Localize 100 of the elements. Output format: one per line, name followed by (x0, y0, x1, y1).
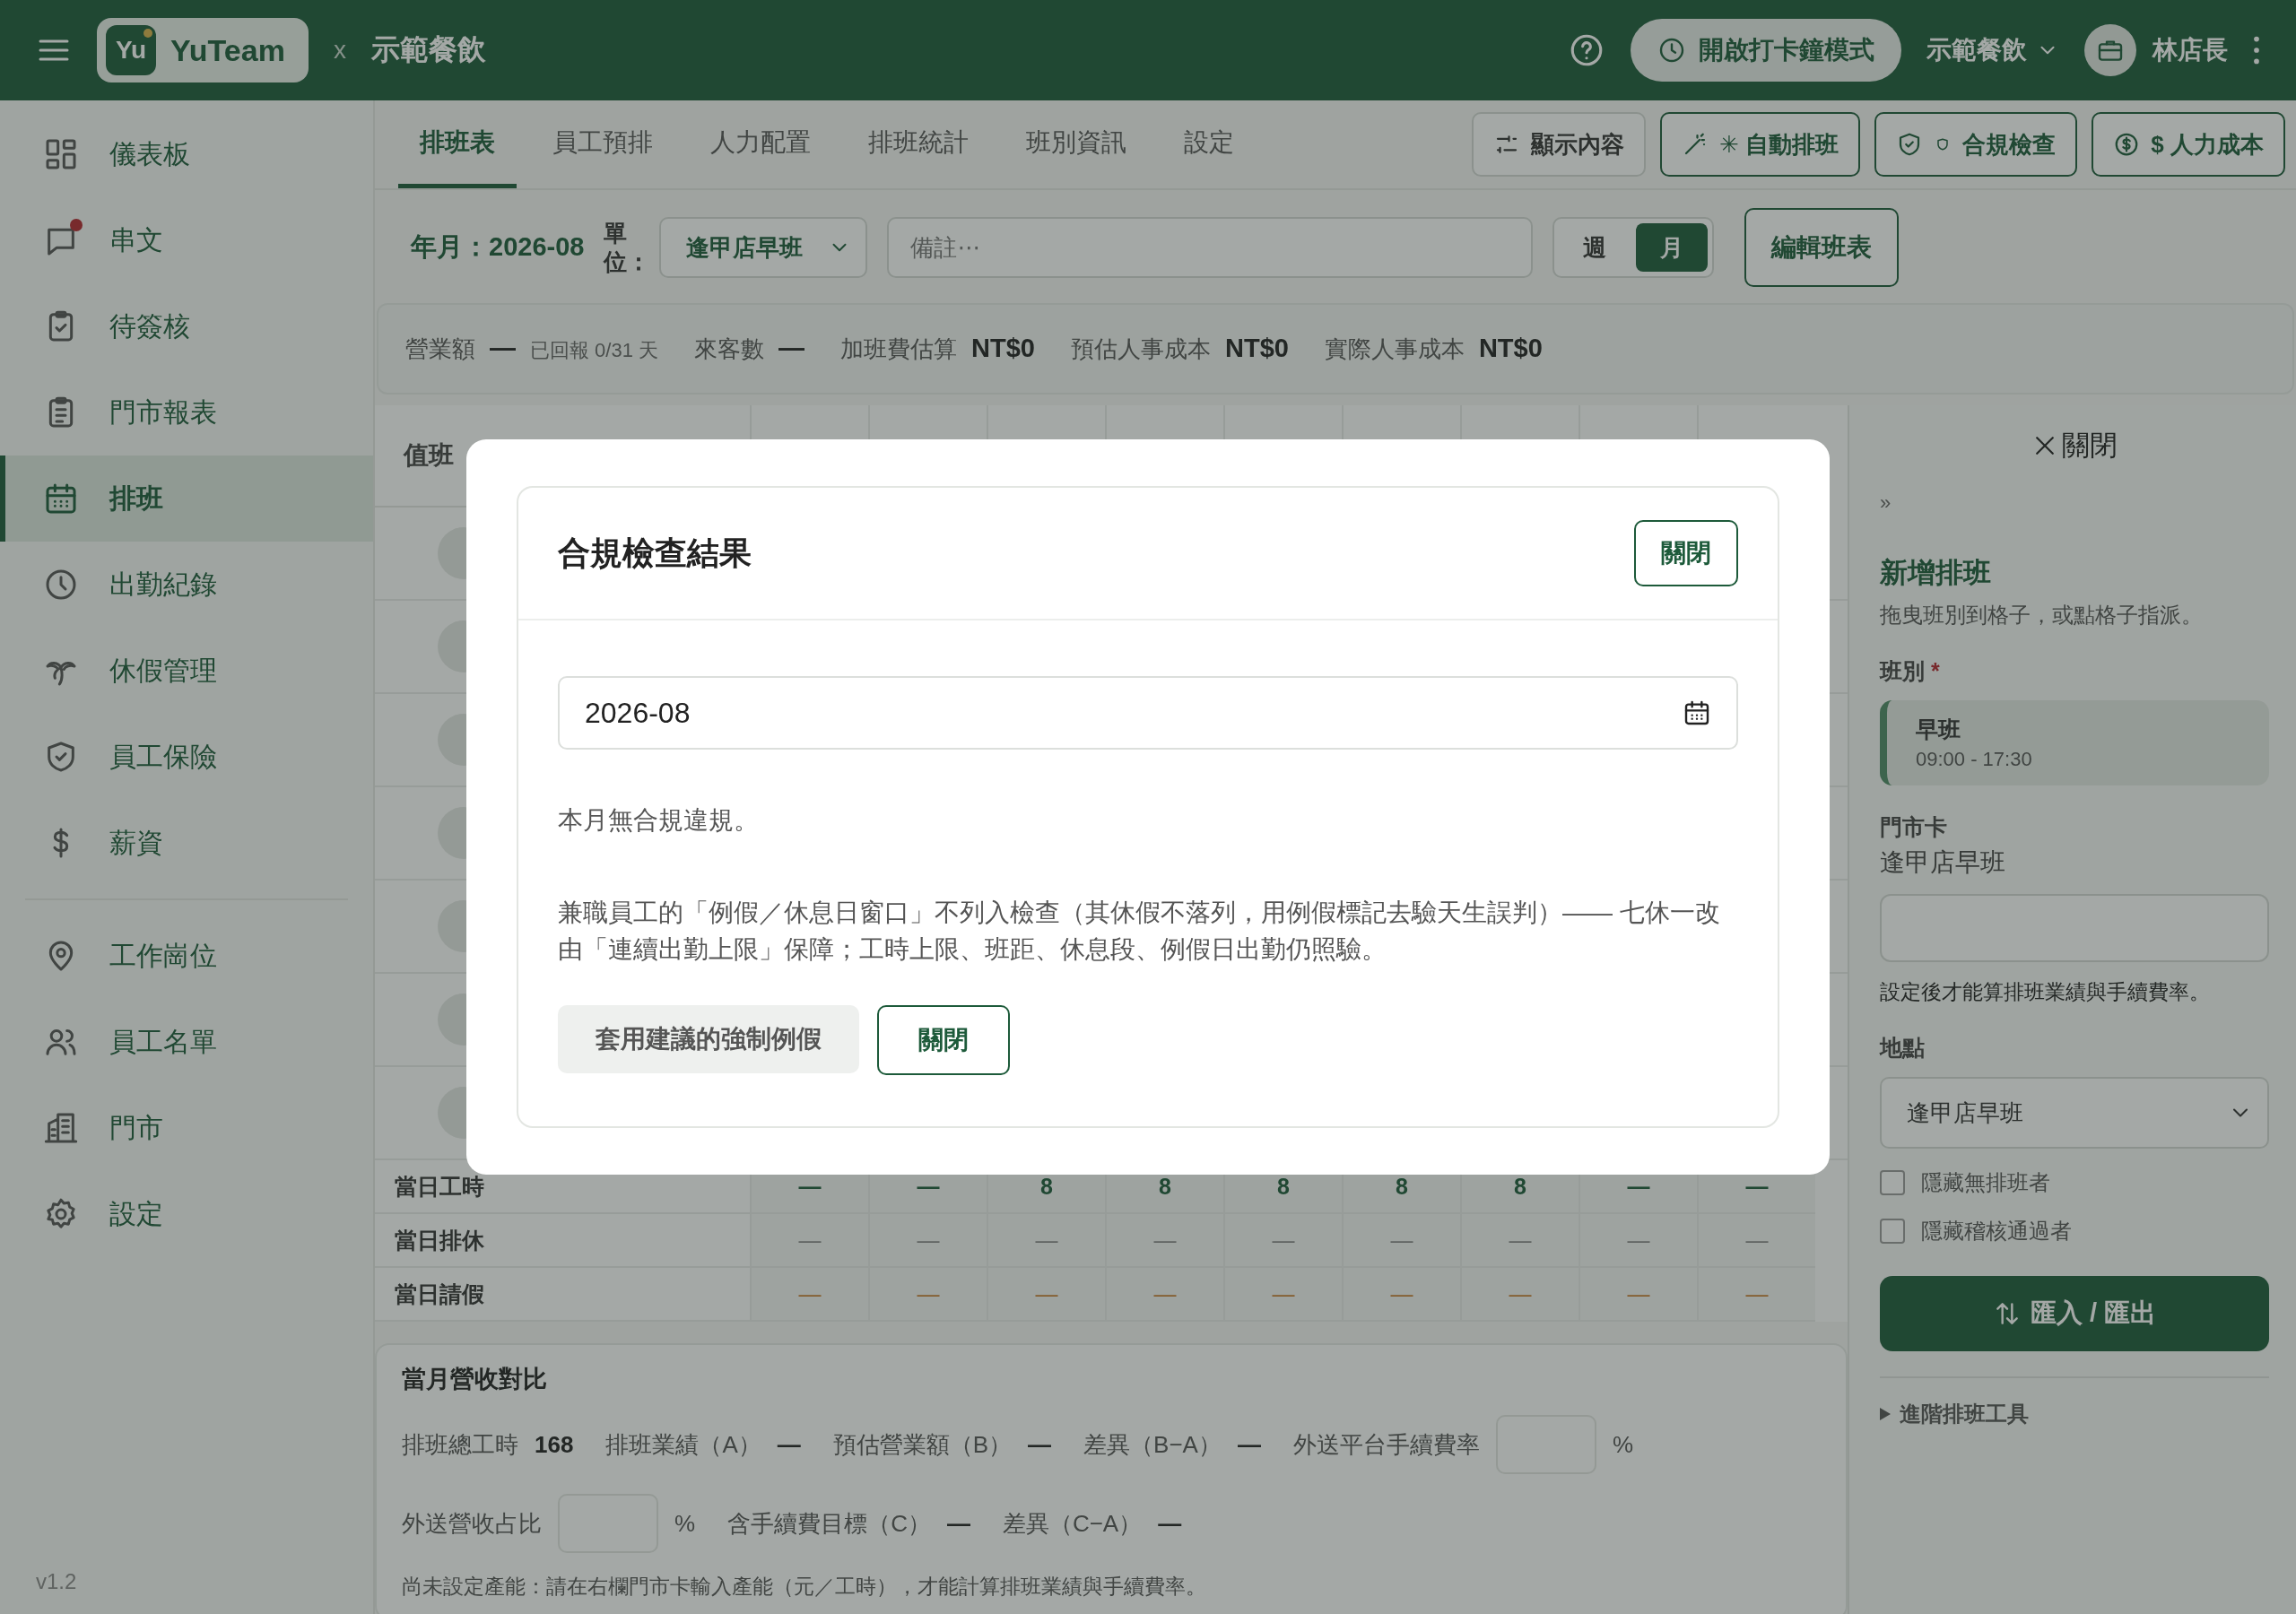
tab[interactable]: 員工預排 (531, 100, 674, 188)
sidebar-item[interactable]: 待簽核 (0, 283, 373, 369)
sidebar-item[interactable]: 設定 (0, 1171, 373, 1257)
stat-note: 已回報 0/31 天 (530, 337, 659, 363)
org-switcher[interactable]: 示範餐飲 (1926, 33, 2059, 67)
toolbar-button[interactable]: 顯示內容 (1472, 112, 1647, 177)
separator: x (333, 36, 346, 65)
toolbar-button[interactable]: ✳ 自動排班 (1660, 112, 1861, 177)
sidebar-item[interactable]: 員工名單 (0, 999, 373, 1085)
stat-value: NT$0 (971, 333, 1035, 363)
input-field[interactable] (1880, 894, 2269, 962)
metric-value: 168 (535, 1430, 574, 1459)
checkbox-label[interactable]: 隱藏稽核通過者 (1921, 1217, 2072, 1245)
table-cell: — (987, 1268, 1105, 1322)
sidebar-item[interactable]: 休假管理 (0, 628, 373, 714)
sidebar-item[interactable]: 門市報表 (0, 369, 373, 456)
stat-label: 加班費估算 (840, 334, 958, 364)
metric-label: 外送營收占比 (402, 1508, 542, 1539)
tab[interactable]: 設定 (1162, 100, 1256, 188)
location-select[interactable]: 逢甲店早班 (1880, 1077, 2269, 1149)
tab[interactable]: 人力配置 (689, 100, 832, 188)
field-label: 班別 (1880, 658, 1925, 683)
sidebar-item[interactable]: 排班 (0, 456, 373, 542)
tab[interactable]: 排班表 (398, 100, 517, 188)
table-cell: — (868, 1214, 987, 1268)
note-field[interactable]: 備註⋯ (887, 217, 1534, 278)
checkbox-label[interactable]: 隱藏無排班者 (1921, 1168, 2050, 1197)
sidebar-item[interactable]: 門市 (0, 1085, 373, 1171)
metric-value: — (1028, 1430, 1052, 1459)
sidebar-item[interactable]: 員工保險 (0, 714, 373, 800)
sidebar-item[interactable]: 薪資 (0, 800, 373, 886)
calendar-icon (1683, 699, 1711, 727)
metric-label: 含手續費目標（C） (727, 1508, 931, 1539)
close-button[interactable]: 關閉 (2022, 421, 2126, 470)
table-cell: — (1578, 1268, 1697, 1322)
user-name[interactable]: 林店長 (2152, 33, 2228, 67)
metric-value: — (777, 1430, 801, 1459)
briefcase-avatar-icon[interactable] (2084, 24, 2136, 76)
brand-name: YuTeam (170, 32, 285, 68)
brand-logo[interactable]: Yu YuTeam (97, 18, 309, 82)
advanced-tools-toggle[interactable]: 進階排班工具 (1880, 1400, 2029, 1428)
table-cell: — (750, 1214, 868, 1268)
metric-label: 排班業績（A） (605, 1429, 761, 1460)
shift-card[interactable]: 早班 09:00 - 17:30 (1880, 700, 2269, 785)
table-cell: — (1697, 1268, 1815, 1322)
stat-label: 實際人事成本 (1324, 334, 1465, 364)
tab[interactable]: 排班統計 (847, 100, 990, 188)
sidebar-item[interactable]: 工作崗位 (0, 913, 373, 999)
checkbox[interactable] (1880, 1170, 1905, 1195)
stat-value: NT$0 (1224, 333, 1289, 363)
more-icon[interactable] (2253, 36, 2260, 65)
dialog-title: 合規檢查結果 (558, 533, 752, 573)
toolbar-button[interactable]: 合規檢查 (1874, 112, 2078, 177)
apply-button[interactable]: 套用建議的強制例假 (558, 1005, 859, 1074)
table-cell: — (1342, 1214, 1460, 1268)
close-button[interactable]: 關閉 (1634, 520, 1738, 586)
unit-select[interactable]: 逢甲店早班 (659, 217, 868, 278)
import-export-button[interactable]: 匯入 / 匯出 (1880, 1276, 2269, 1351)
result-message: 本月無合規違規。 (558, 805, 760, 836)
card-title: 當月營收對比 (402, 1365, 548, 1394)
view-option[interactable]: 週 (1559, 223, 1631, 272)
sidebar-item[interactable]: 儀表板 (0, 111, 373, 197)
tab[interactable]: 班別資訊 (1004, 100, 1148, 188)
metric-label: 排班總工時 (402, 1429, 518, 1460)
toolbar-button[interactable]: $ 人力成本 (2092, 112, 2285, 177)
stat-label: 營業額 (405, 334, 475, 364)
sidebar-item[interactable]: 串文 (0, 197, 373, 283)
table-cell: — (1105, 1268, 1223, 1322)
shift-name: 早班 (1916, 716, 1961, 743)
unit-label: % (1612, 1430, 1634, 1459)
table-cell: — (868, 1268, 987, 1322)
table-cell: — (1697, 1214, 1815, 1268)
table-cell: — (1105, 1214, 1223, 1268)
month-field[interactable]: 2026-08 (558, 676, 1738, 750)
table-cell: — (1223, 1214, 1342, 1268)
org-name: 示範餐飲 (370, 32, 486, 67)
table-cell: — (987, 1214, 1105, 1268)
panel-title: 新增排班 (1880, 556, 1992, 590)
metric-label: 差異（C−A） (1002, 1508, 1143, 1539)
stat-label: 預估人事成本 (1070, 334, 1211, 364)
stat-value: NT$0 (1478, 333, 1543, 363)
metric-label: 預估營業額（B） (832, 1429, 1013, 1460)
field-label: 地點 (1880, 1034, 1926, 1062)
unit-label: % (674, 1509, 696, 1538)
table-cell: — (1460, 1268, 1578, 1322)
view-option[interactable]: 月 (1636, 223, 1709, 272)
metric-value: — (946, 1509, 970, 1538)
note-text: 兼職員工的「例假／休息日窗口」不列入檢查（其休假不落列，用例假標記去驗天生誤判）—— 七休一改由「連續出勤上限」保障；工時上限、班距、休息段、例假日出勤仍照驗。 (558, 898, 1721, 965)
checkbox[interactable] (1880, 1219, 1905, 1244)
sidebar-item[interactable]: 出勤紀錄 (0, 542, 373, 628)
clock-mode-button[interactable]: 開啟打卡鐘模式 (1631, 19, 1901, 82)
panel-hint: 拖曳班別到格子，或點格子指派。 (1880, 602, 2204, 629)
metric-value: — (1237, 1430, 1261, 1459)
metric-value: — (1158, 1509, 1182, 1538)
close-button[interactable]: 關閉 (877, 1005, 1010, 1076)
edit-schedule-button[interactable]: 編輯班表 (1744, 208, 1900, 287)
metric-label: 外送平台手續費率 (1292, 1429, 1480, 1460)
stat-label: 來客數 (694, 334, 765, 364)
notice-text: 尚未設定產能：請在右欄門市卡輸入產能（元／工時），才能計算排班業績與手續費率。 (402, 1574, 1207, 1600)
collapse-button[interactable]: » (1880, 491, 1892, 515)
